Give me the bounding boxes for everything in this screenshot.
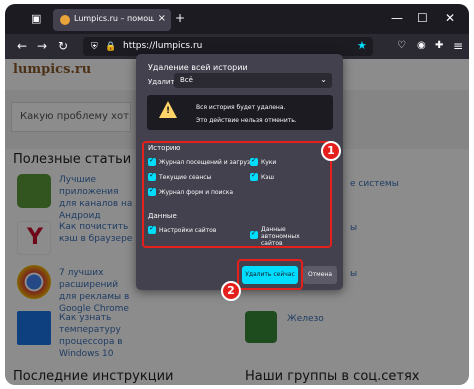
browser-window: ▣ Lumpics.ru – помощь с компь × + — ☐ ✕ … [5,4,469,385]
maximize-icon[interactable]: ☐ [417,11,428,25]
back-icon[interactable]: ← [17,39,27,53]
tab-overview-icon[interactable]: ▣ [31,12,41,26]
warning-exclamation-icon: ! [166,106,171,116]
chevron-down-icon: ⌄ [320,75,327,84]
lock-icon[interactable]: 🔒 [105,40,116,54]
warning-text: Вся история будет удалена. [196,104,286,111]
new-tab-icon[interactable]: + [175,11,185,25]
time-range-select[interactable]: Всё ⌄ [174,73,332,88]
step-badge-1: 1 [321,141,341,161]
extensions-icon[interactable]: ✚ [435,39,443,53]
menu-icon[interactable]: ≡ [453,39,463,53]
tab-title: Lumpics.ru – помощь с компь [74,14,154,23]
shield-icon[interactable]: ⛨ [91,40,98,54]
dialog-title: Удаление всей истории [148,63,248,72]
reload-icon[interactable]: ↻ [58,39,68,53]
highlight-checkboxes [142,141,332,248]
title-bar: ▣ Lumpics.ru – помощь с компь × + — ☐ ✕ [5,4,469,34]
favicon-icon [60,15,70,25]
close-window-icon[interactable]: ✕ [445,11,455,25]
pocket-icon[interactable]: ♡ [397,39,406,53]
minimize-icon[interactable]: — [391,11,403,25]
close-tab-icon[interactable]: × [158,13,166,24]
time-range-value: Всё [180,76,193,84]
warning-text: Это действие нельзя отменить. [196,117,297,124]
delete-now-button[interactable]: Удалить сейчас [242,266,298,284]
step-badge-2: 2 [221,281,241,301]
url-text: https://lumpics.ru [123,41,203,51]
bookmark-star-icon[interactable]: ★ [357,39,367,53]
warning-box: ! Вся история будет удалена. Это действи… [147,95,333,130]
browser-tab[interactable]: Lumpics.ru – помощь с компь × [53,9,171,31]
forward-icon[interactable]: → [37,39,47,53]
account-icon[interactable]: ◉ [417,39,426,53]
cancel-button[interactable]: Отмена [303,266,337,284]
